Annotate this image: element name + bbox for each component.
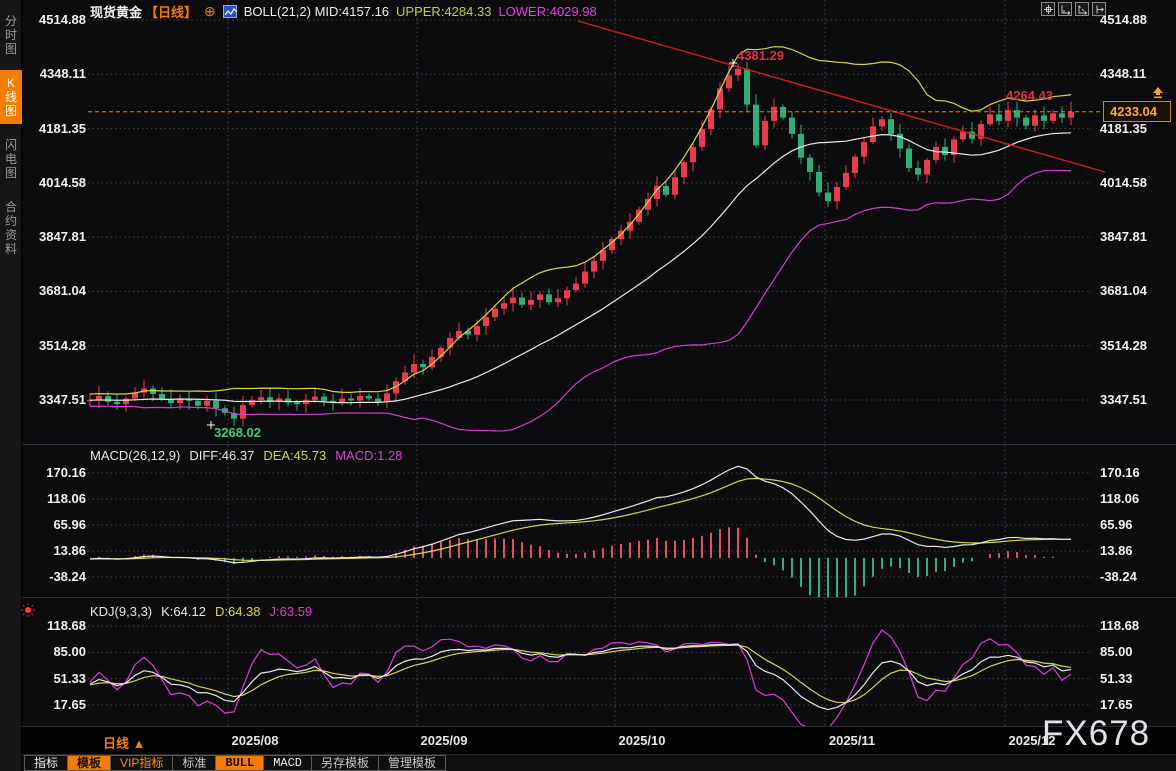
chart-header: 现货黄金【日线】 ⊕ BOLL(21,2) MID:4157.16 UPPER:…	[90, 2, 597, 20]
period-tag: 【日线】	[145, 2, 197, 21]
y-axis-label: 17.65	[28, 697, 86, 712]
y-axis-label: 13.86	[28, 543, 86, 558]
y-axis-label: 3847.81	[1100, 229, 1147, 244]
macd-macd-value: MACD:1.28	[335, 448, 402, 463]
x-axis-month-label: 2025/10	[619, 733, 666, 748]
peak-high-annotation: 4381.29	[737, 48, 784, 63]
fx678-watermark: FX678	[1042, 714, 1150, 754]
tab-templates[interactable]: 模板	[68, 755, 111, 771]
boll-lower-label: LOWER:4029.98	[498, 4, 596, 19]
y-axis-label: 4514.88	[28, 12, 86, 27]
chart-type-icon[interactable]	[223, 5, 237, 18]
tab-standard[interactable]: 标准	[173, 755, 216, 771]
pan-right-icon[interactable]	[1092, 2, 1106, 16]
x-axis-zoom-icon[interactable]	[1058, 2, 1072, 16]
x-axis-month-label: 2025/09	[421, 733, 468, 748]
last-price-tag: 4233.04	[1103, 101, 1171, 122]
macd-dea-value: DEA:45.73	[263, 448, 326, 463]
y-axis-label: 3681.04	[1100, 283, 1147, 298]
y-axis-label: 17.65	[1100, 697, 1133, 712]
swing-low-annotation: 3268.02	[214, 425, 261, 440]
y-axis-label: 65.96	[28, 517, 86, 532]
tab-macd[interactable]: MACD	[264, 755, 312, 771]
macd-title: MACD(26,12,9)	[90, 448, 180, 463]
tab-vip-indicators[interactable]: VIP指标	[111, 755, 173, 771]
y-axis-label: 4348.11	[1100, 66, 1146, 81]
y-axis-label: 51.33	[1100, 671, 1133, 686]
y-axis-zoom-icon[interactable]	[1075, 2, 1089, 16]
macd-panel[interactable]	[0, 445, 1176, 597]
y-axis-label: 3681.04	[28, 283, 86, 298]
left-sidebar: 分 时 图 K 线 图闪 电 图合 约 资 料	[0, 0, 22, 771]
y-axis-label: 3514.28	[1100, 338, 1147, 353]
y-axis-label: 65.96	[1100, 517, 1133, 532]
sidebar-item-lightning-chart[interactable]: 闪 电 图	[0, 132, 22, 186]
y-axis-label: 170.16	[1100, 465, 1140, 480]
y-axis-label: 3347.51	[28, 392, 86, 407]
kdj-k-value: K:64.12	[161, 604, 206, 619]
y-axis-label: 4181.35	[28, 121, 86, 136]
sidebar-item-time-chart[interactable]: 分 时 图	[0, 8, 22, 62]
sidebar-item-kline-chart[interactable]: K 线 图	[0, 70, 22, 124]
y-axis-label: 3514.28	[28, 338, 86, 353]
tab-bull[interactable]: BULL	[216, 755, 264, 771]
tab-manage-template[interactable]: 管理模板	[379, 755, 446, 771]
tab-indicators[interactable]: 指标	[24, 755, 68, 771]
y-axis-label: 85.00	[1100, 644, 1133, 659]
y-axis-label: 118.68	[28, 618, 86, 633]
y-axis-label: 3847.81	[28, 229, 86, 244]
tab-save-template[interactable]: 另存模板	[312, 755, 379, 771]
y-axis-label: 51.33	[28, 671, 86, 686]
add-indicator-icon[interactable]: ⊕	[204, 3, 216, 20]
kdj-title: KDJ(9,3,3)	[90, 604, 152, 619]
chart-application: 分 时 图 K 线 图闪 电 图合 约 资 料 现货黄金【日线】 ⊕ BOLL(2…	[0, 0, 1176, 771]
time-axis-row: 日线 ▲ 2025/082025/092025/102025/112025/12	[0, 727, 1176, 754]
macd-readout-row: MACD(26,12,9) DIFF:46.37 DEA:45.73 MACD:…	[90, 448, 402, 463]
y-axis-label: 4181.35	[1100, 121, 1147, 136]
y-axis-label: 3347.51	[1100, 392, 1147, 407]
y-axis-label: -38.24	[28, 569, 86, 584]
y-axis-label: -38.24	[1100, 569, 1137, 584]
boll-indicator-label: BOLL(21,2) MID:4157.16	[244, 4, 389, 19]
x-axis-month-label: 2025/11	[829, 733, 875, 748]
y-axis-label: 118.06	[28, 491, 86, 506]
fit-content-icon[interactable]	[1041, 2, 1055, 16]
kdj-j-value: J:63.59	[270, 604, 313, 619]
y-axis-label: 4014.58	[28, 175, 86, 190]
period-selector[interactable]: 日线 ▲	[103, 733, 145, 752]
kdj-d-value: D:64.38	[215, 604, 261, 619]
chart-toolbar	[1041, 2, 1106, 16]
y-axis-label: 170.16	[28, 465, 86, 480]
y-axis-label: 118.68	[1100, 618, 1139, 633]
sidebar-item-contract-info[interactable]: 合 约 资 料	[0, 194, 22, 262]
panel-divider	[0, 444, 1176, 445]
y-axis-label: 4348.11	[28, 66, 86, 81]
main-candlestick-panel[interactable]	[0, 0, 1176, 444]
swing-high-annotation: 4264.43	[1006, 88, 1053, 103]
y-axis-label: 4014.58	[1100, 175, 1147, 190]
boll-upper-label: UPPER:4284.33	[396, 4, 491, 19]
bottom-tab-bar: 指标模板VIP指标标准BULLMACD另存模板管理模板	[0, 754, 1176, 771]
kdj-readout-row: KDJ(9,3,3) K:64.12 D:64.38 J:63.59	[90, 604, 312, 619]
panel-divider	[0, 597, 1176, 598]
price-alert-icon[interactable]	[1151, 86, 1165, 104]
symbol-name: 现货黄金	[90, 2, 142, 21]
alert-dot-icon[interactable]	[20, 602, 36, 623]
y-axis-label: 118.06	[1100, 491, 1139, 506]
y-axis-label: 85.00	[28, 644, 86, 659]
y-axis-label: 4514.88	[1100, 12, 1147, 27]
x-axis-month-label: 2025/08	[232, 733, 279, 748]
macd-diff-value: DIFF:46.37	[189, 448, 254, 463]
y-axis-label: 13.86	[1100, 543, 1133, 558]
